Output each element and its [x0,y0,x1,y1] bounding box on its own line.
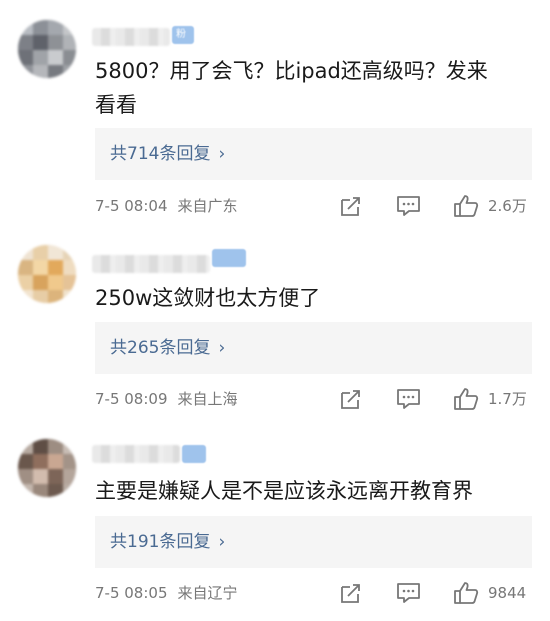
thumbs-up-icon[interactable] [453,194,479,217]
comment-date: 7-5 08:09 [95,390,168,408]
comment-text: 250w这敛财也太方便了 [95,286,321,310]
comment-text: 主要是嫌疑人是不是应该永远离开教育界 [95,479,473,503]
username[interactable] [92,255,210,273]
like-count: 2.6万 [488,197,527,215]
comment-item: 250w这敛财也太方便了 共265条回复 › 7-5 08:09 来自上海 1.7万 [0,215,550,415]
view-replies-button[interactable]: 共714条回复 › [95,128,532,180]
view-replies-button[interactable]: 共191条回复 › [95,516,532,568]
chevron-right-icon: › [218,338,226,358]
username[interactable] [92,28,170,46]
avatar[interactable] [18,439,76,497]
user-badge [182,445,206,463]
comment-meta: 7-5 08:04 来自广东 [95,196,238,216]
comment-date: 7-5 08:05 [95,584,168,602]
comment-text: 5800？用了会飞？比ipad还高级吗？发来 看看 [95,59,488,117]
comment-icon[interactable] [396,582,422,604]
share-icon[interactable] [339,388,365,410]
comment-date: 7-5 08:04 [95,197,168,215]
replies-count: 共714条回复 [110,144,211,164]
thumbs-up-icon[interactable] [453,581,479,604]
comment-icon[interactable] [396,195,422,217]
comment-item: 主要是嫌疑人是不是应该永远离开教育界 共191条回复 › 7-5 08:05 来自辽… [0,415,550,621]
comment-meta: 7-5 08:09 来自上海 [95,389,238,409]
username[interactable] [92,445,180,463]
comment-icon[interactable] [396,388,422,410]
comment-location: 来自上海 [177,390,238,408]
comment-location: 来自辽宁 [177,584,238,602]
avatar[interactable] [18,20,76,78]
replies-count: 共265条回复 [110,338,211,358]
comment-item: 粉 5800？用了会飞？比ipad还高级吗？发来 看看 共714条回复 › 7-5… [0,0,550,217]
replies-count: 共191条回复 [110,532,211,552]
comment-location: 来自广东 [177,197,238,215]
chevron-right-icon: › [218,144,226,164]
fan-badge: 粉 [172,26,194,44]
share-icon[interactable] [339,582,365,604]
view-replies-button[interactable]: 共265条回复 › [95,322,532,374]
share-icon[interactable] [339,195,365,217]
like-count: 1.7万 [488,390,527,408]
avatar[interactable] [18,245,76,303]
comment-meta: 7-5 08:05 来自辽宁 [95,583,238,603]
user-badge [212,249,246,267]
thumbs-up-icon[interactable] [453,387,479,410]
chevron-right-icon: › [218,532,226,552]
like-count: 9844 [488,584,527,602]
